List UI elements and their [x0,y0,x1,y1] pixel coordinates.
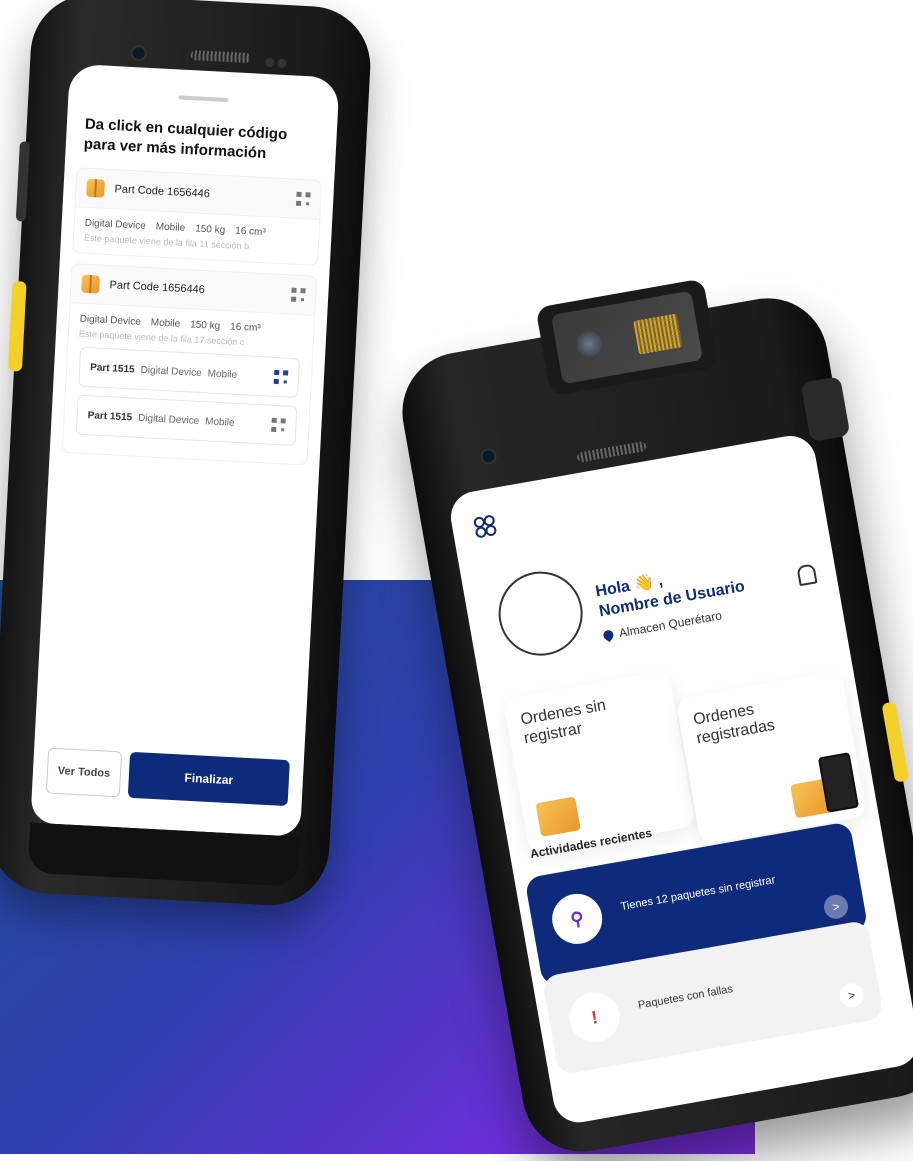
apps-menu-icon[interactable] [472,514,498,539]
tile-unregistered-orders[interactable]: Ordenes sin registrar [502,670,696,856]
tile-label: Ordenes sin registrar [519,696,608,748]
spec-weight: 150 kg [194,223,226,237]
finish-button[interactable]: Finalizar [127,751,290,807]
sheet-handle[interactable] [178,95,229,103]
part-code: Part 1515 [89,361,135,376]
location-pin-icon [601,628,616,643]
qr-code-icon[interactable] [295,191,311,207]
activity-text: Paquetes con fallas [637,983,734,1012]
spec-volume: 16 cm³ [234,225,266,239]
left-device: Da click en cualquier código para ver má… [0,0,374,909]
part-row[interactable]: Part 1515 Digital Device Mobile [78,346,300,399]
front-camera [130,44,148,62]
spec-type: Mobile [155,221,186,234]
scanner-lens [574,328,605,360]
spec-weight: 150 kg [189,319,221,332]
part-type: Mobile [204,415,235,429]
earpiece-speaker [190,50,251,64]
action-bar: Ver Todos Finalizar [45,747,290,807]
activity-text: Tienes 12 paquetes sin registrar [619,874,777,914]
notification-bell-icon[interactable] [796,563,818,587]
sensors [265,54,289,69]
qr-code-icon[interactable] [290,287,306,303]
part-code: Part Code 1656446 [109,279,206,297]
part-type: Mobile [207,367,238,381]
part-row[interactable]: Part 1515 Digital Device Mobile [75,394,298,447]
spec-device: Digital Device [84,217,147,232]
box-illustration [535,796,581,837]
qr-code-icon[interactable] [273,369,289,385]
alert-icon: ! [565,988,624,1047]
spec-volume: 16 cm³ [229,321,261,335]
see-all-button[interactable]: Ver Todos [45,747,123,798]
chevron-right-icon[interactable]: > [837,981,866,1010]
package-icon [86,178,106,198]
spec-device: Digital Device [79,313,142,328]
chevron-right-icon[interactable]: > [822,892,850,921]
instruction-text: Da click en cualquier código para ver má… [83,115,288,162]
avatar[interactable] [491,564,590,663]
tile-label: Ordenes registradas [691,701,777,748]
spec-type: Mobile [150,317,181,330]
package-icon [81,274,101,294]
scanner-window [550,290,703,385]
search-icon: ⚲ [548,889,607,948]
package-card[interactable]: Part Code 1656446 Digital Device Mobile … [72,167,323,266]
part-code: Part 1515 [87,409,133,423]
scanner-led-grid [633,313,683,355]
tile-registered-orders[interactable]: Ordenes registradas [675,670,867,846]
left-screen: Da click en cualquier código para ver má… [30,63,340,837]
package-card[interactable]: Part Code 1656446 Digital Device Mobile … [61,263,318,466]
part-code: Part Code 1656446 [114,183,211,201]
qr-code-icon[interactable] [271,417,286,433]
part-device: Digital Device [140,364,202,379]
part-device: Digital Device [137,412,200,427]
